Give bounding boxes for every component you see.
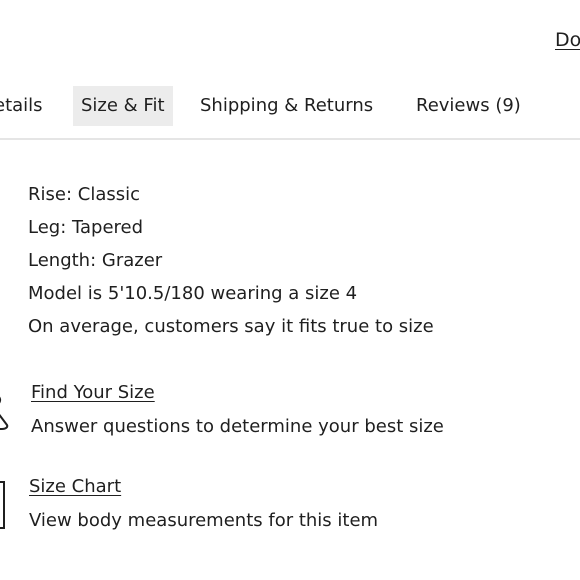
customer-fit-summary: On average, customers say it fits true t…	[28, 316, 434, 337]
fit-length: Length: Grazer	[28, 250, 163, 271]
fit-leg: Leg: Tapered	[28, 217, 144, 238]
size-chart-description: View body measurements for this item	[29, 510, 379, 531]
fit-rise: Rise: Classic	[28, 184, 140, 205]
tab-details[interactable]: etails	[0, 86, 43, 126]
find-your-size-link[interactable]: Find Your Size	[31, 378, 155, 408]
tab-reviews[interactable]: Reviews (9)	[416, 86, 521, 126]
tab-shipping-returns[interactable]: Shipping & Returns	[200, 86, 373, 126]
size-chart-link[interactable]: Size Chart	[29, 472, 121, 502]
top-right-link[interactable]: Do	[555, 28, 580, 52]
size-chart-section: Size Chart View body measurements for th…	[0, 472, 580, 536]
find-your-size-section: Find Your Size Answer questions to deter…	[0, 378, 580, 442]
tab-size-fit[interactable]: Size & Fit	[73, 86, 173, 126]
model-size-info: Model is 5'10.5/180 wearing a size 4	[28, 283, 358, 304]
find-your-size-description: Answer questions to determine your best …	[31, 416, 444, 437]
product-details-page: Do etails Size & Fit Shipping & Returns …	[0, 0, 580, 580]
tabs-divider	[0, 138, 580, 140]
chart-icon	[0, 481, 5, 529]
product-info-tabs: etails Size & Fit Shipping & Returns Rev…	[0, 86, 580, 126]
hanger-icon	[0, 396, 9, 430]
fit-details-list: Rise: Classic Leg: Tapered Length: Graze…	[28, 178, 434, 343]
